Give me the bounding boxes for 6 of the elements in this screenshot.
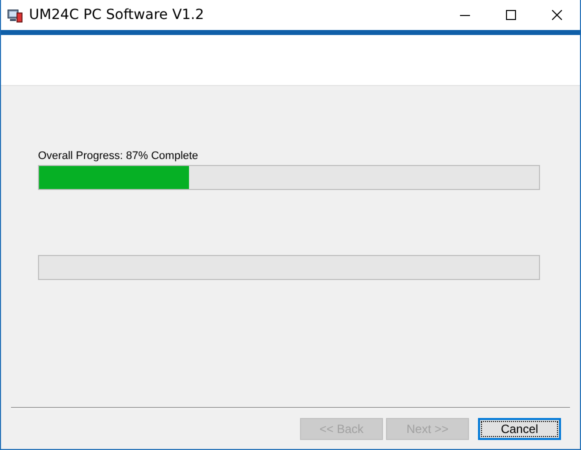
maximize-icon[interactable]: [506, 10, 516, 20]
window-title: UM24C PC Software V1.2: [29, 7, 206, 23]
progress-label: Overall Progress: 87% Complete: [38, 150, 198, 162]
app-icon: [7, 7, 23, 23]
close-icon[interactable]: [552, 10, 562, 20]
cancel-button[interactable]: Cancel: [478, 418, 561, 440]
